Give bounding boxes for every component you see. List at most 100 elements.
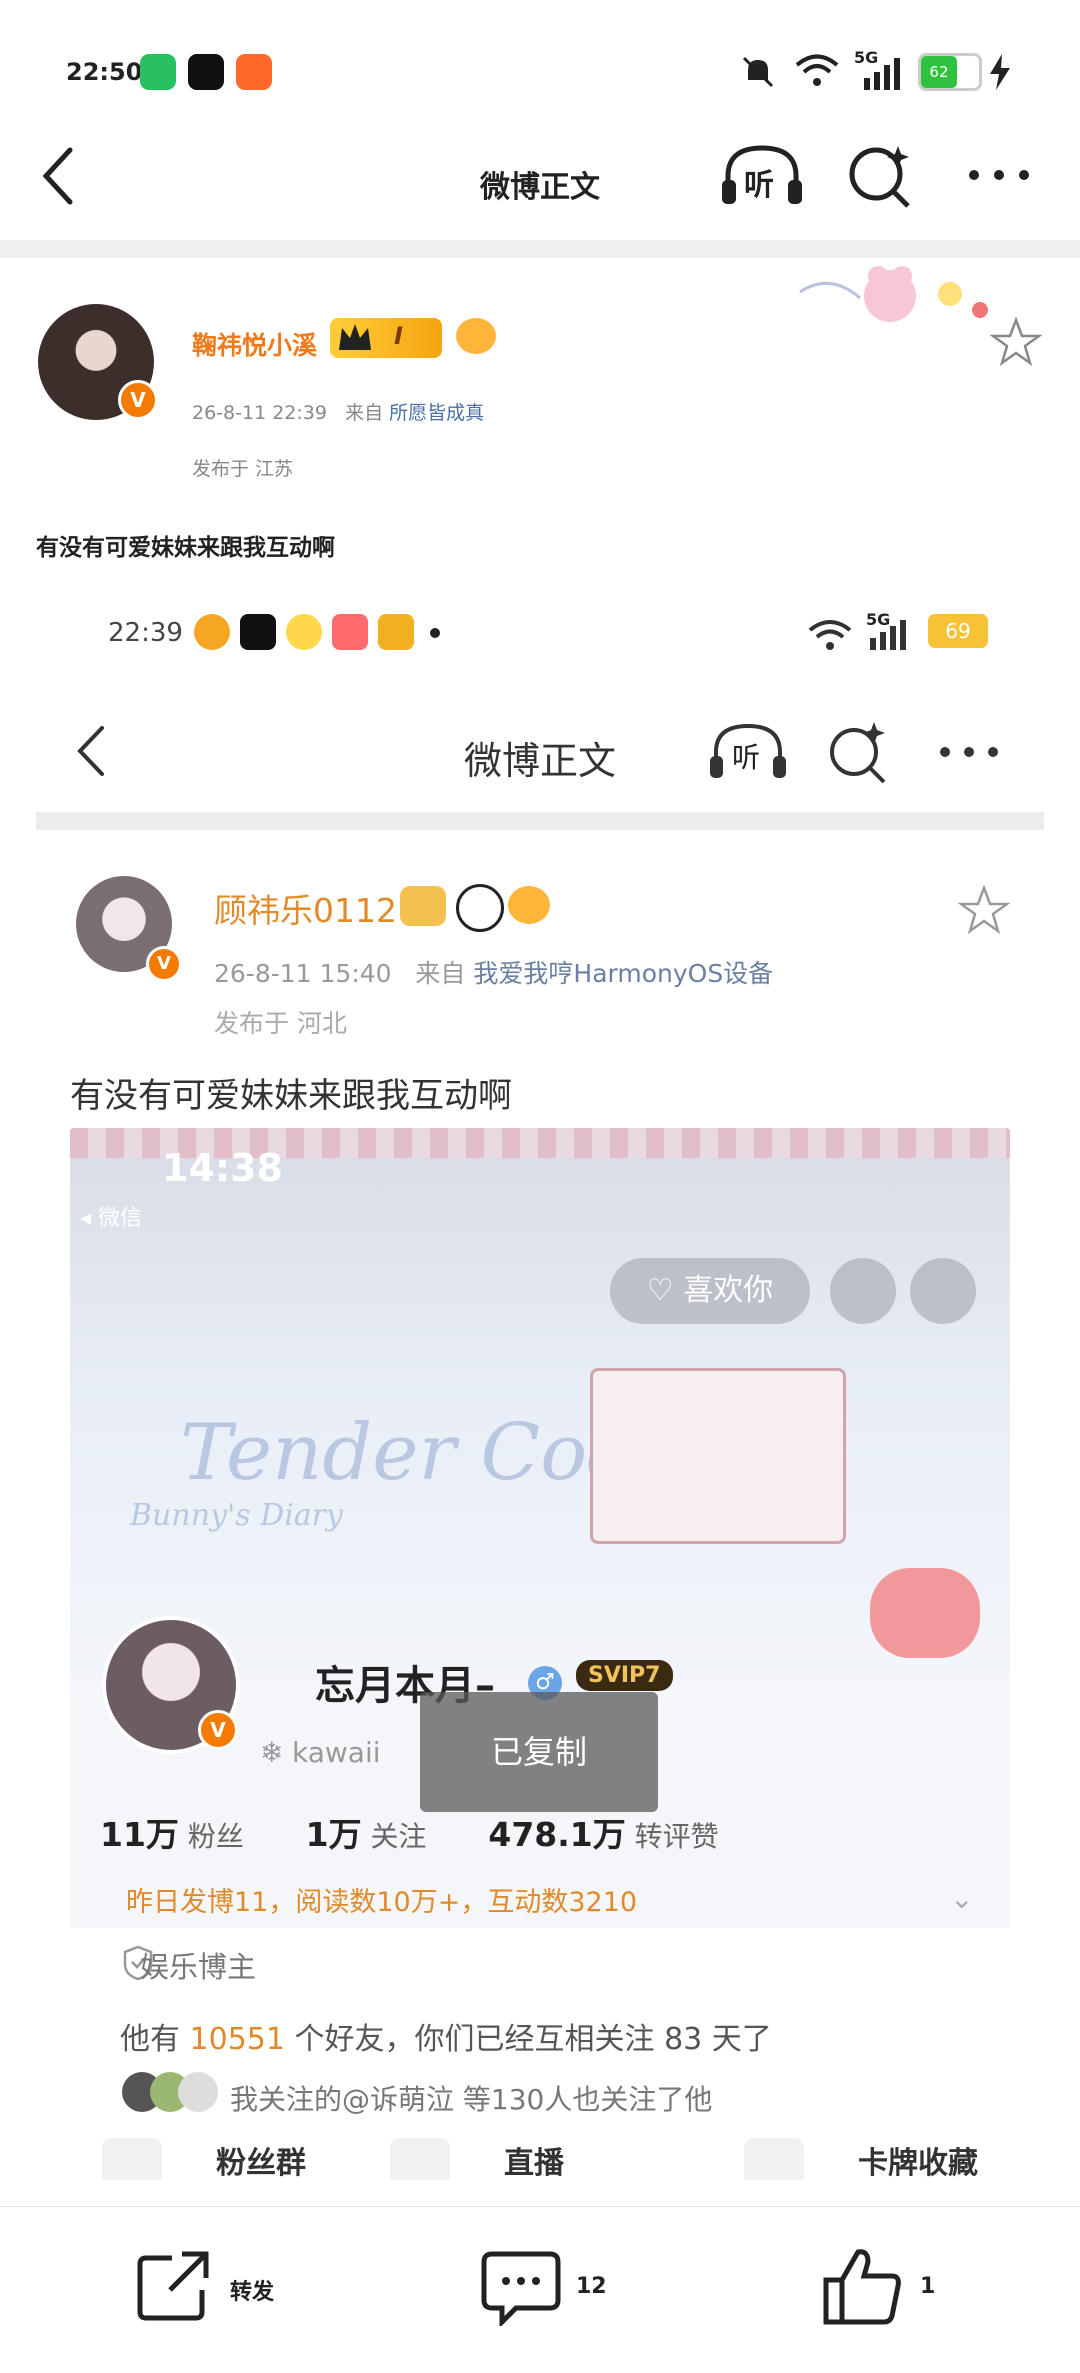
signal-icon: [864, 58, 900, 90]
embedded-post-text: 有没有可爱妹妹来跟我互动啊: [70, 1076, 512, 1116]
game-icon: [286, 614, 322, 650]
more-icon: [940, 747, 998, 757]
status-time: 22:50: [66, 58, 143, 86]
mutual-followers: 我关注的@诉萌泣 等130人也关注了他: [230, 2083, 713, 2116]
embedded-verified-badge: V: [146, 946, 182, 982]
svip-badge: SVIP7: [576, 1660, 673, 1691]
fan-group-icon: [102, 2138, 162, 2180]
weibo-icon: [194, 614, 230, 650]
post-text: 有没有可爱妹妹来跟我互动啊: [36, 535, 335, 561]
friends-suffix: 个好友，你们已经互相关注 83 天了: [294, 2022, 772, 2057]
inner-verified-badge: V: [198, 1710, 238, 1750]
like-button[interactable]: 1: [822, 2244, 962, 2332]
signal-icon: [870, 620, 906, 650]
app-icon: [378, 614, 414, 650]
post-location: 发布于 江苏: [192, 458, 294, 480]
chevron-down-icon: ⌄: [950, 1882, 974, 1915]
douyin-icon: [188, 54, 224, 90]
listen-label: 听: [744, 168, 774, 203]
more-notifications-dot: [430, 628, 440, 638]
teapot-decoration: [870, 1568, 980, 1658]
repost-button[interactable]: 转发: [134, 2246, 314, 2332]
search-sparkle-icon: [830, 722, 886, 784]
member-level: I: [394, 322, 403, 350]
embedded-battery: 69: [928, 614, 988, 648]
profile-stats: 11万 粉丝 1万 关注 478.1万 转评赞: [100, 1808, 719, 1856]
bunny-decoration-icon: [799, 266, 988, 322]
tile-card-collection: 卡牌收藏: [858, 2146, 978, 2180]
embedded-location: 发布于 河北: [214, 1009, 347, 1038]
embedded-listen-button: 听: [708, 718, 788, 784]
favorite-star-icon: [958, 884, 1010, 935]
post-date: 26-8-11 22:39: [192, 402, 327, 424]
search-sparkle-icon[interactable]: [846, 140, 916, 210]
inner-back-app: ◂ 微信: [80, 1206, 143, 1231]
panda-icon: [456, 884, 504, 932]
comment-button[interactable]: 12: [480, 2246, 640, 2332]
friends-count: 10551: [189, 2022, 285, 2057]
mute-bell-icon: [742, 56, 774, 88]
source-link[interactable]: 所愿皆成真: [389, 402, 484, 424]
thumbs-up-icon: [823, 2249, 901, 2325]
wifi-icon: [795, 54, 839, 86]
fans-count: 11万: [100, 1815, 179, 1854]
embedded-source-prefix: 来自: [415, 959, 466, 988]
friends-line: 他有 10551 个好友，你们已经互相关注 83 天了: [120, 2014, 772, 2058]
nav-divider: [0, 240, 1080, 258]
embedded-divider: [36, 812, 1044, 830]
interactions-label: 转评赞: [634, 1820, 719, 1853]
fish-icon: [508, 886, 550, 924]
deco-subtitle: Bunny's Diary: [130, 1498, 343, 1533]
author-name[interactable]: 鞠祎悦小溪: [192, 326, 317, 362]
tile-live: 直播: [504, 2146, 564, 2180]
member-badge: I: [330, 318, 442, 358]
source-prefix: 来自: [345, 402, 384, 424]
inner-time: 14:38: [162, 1146, 283, 1190]
interactions-count: 478.1万: [488, 1815, 626, 1854]
battery-level: 62: [921, 56, 957, 88]
kawaii-text: kawaii: [292, 1736, 381, 1769]
repost-label: 转发: [230, 2280, 275, 2305]
comment-icon: [481, 2251, 561, 2326]
crown-icon: [339, 324, 371, 350]
following-label: 关注: [370, 1820, 427, 1853]
embedded-date: 26-8-11 15:40: [214, 959, 392, 988]
kuaishou-icon: [332, 614, 368, 650]
verified-badge: V: [118, 380, 158, 420]
embedded-source: 我爱我哼HarmonyOS设备: [473, 959, 774, 988]
frame-decoration: [590, 1368, 846, 1544]
card-collection-icon: [744, 2138, 804, 2180]
embedded-title: 微博正文: [463, 739, 616, 783]
status-bar: 22:50 5G 62: [0, 0, 1080, 130]
tile-fan-group: 粉丝群: [216, 2146, 306, 2180]
embedded-meta: 26-8-11 15:40 来自 我爱我哼HarmonyOS设备: [214, 954, 773, 990]
post-meta: 26-8-11 22:39 来自 所愿皆成真: [192, 398, 484, 425]
mutual-avatar: [178, 2072, 218, 2112]
like-you-pill: ♡ 喜欢你: [610, 1258, 810, 1324]
entertainment-label: 娱乐博主: [140, 1950, 257, 1984]
inner-more-icon: [910, 1258, 976, 1324]
wechat-icon: [140, 54, 176, 90]
inner-search-icon: [830, 1258, 896, 1324]
fish-icon: [456, 318, 496, 354]
like-you-label: 喜欢你: [683, 1273, 774, 1308]
crown-badge-icon: [400, 886, 446, 926]
page-title: 微博正文: [480, 170, 600, 205]
battery-indicator: 62: [918, 53, 982, 91]
more-icon[interactable]: [964, 160, 1034, 190]
daily-stats: 昨日发博11，阅读数10万+，互动数3210: [126, 1887, 638, 1918]
favorite-star-icon[interactable]: [990, 316, 1042, 368]
fans-label: 粉丝: [187, 1820, 244, 1853]
live-tv-icon: [390, 2138, 450, 2180]
embedded-author-name: 顾祎乐0112: [214, 891, 397, 930]
listen-label: 听: [732, 741, 761, 774]
douyin-icon: [240, 614, 276, 650]
wifi-icon: [808, 620, 852, 650]
kuaishou-icon: [236, 54, 272, 90]
friends-prefix: 他有: [120, 2022, 180, 2057]
following-count: 1万: [305, 1815, 362, 1854]
share-icon: [137, 2251, 209, 2321]
profile-screenshot-image: 14:38 ◂ 微信 ♡ 喜欢你 Tender Code Bunny's Dia…: [70, 1128, 1010, 2180]
snowflake-icon: ❄: [260, 1736, 284, 1769]
listen-button[interactable]: 听: [718, 140, 806, 210]
